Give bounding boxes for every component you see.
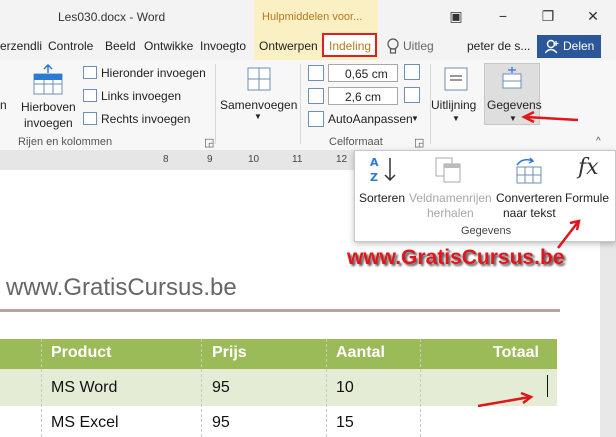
distribute-columns-icon[interactable]: [404, 87, 420, 103]
insert-left-button[interactable]: Links invoegen: [101, 89, 181, 103]
person-icon: [545, 39, 559, 54]
user-name[interactable]: peter de s...: [467, 39, 530, 53]
table-header-price[interactable]: Prijs: [212, 344, 247, 362]
popup-group-label: Gegevens: [461, 225, 512, 237]
heading-underline: [0, 309, 560, 312]
tab-layout-label: Indeling: [329, 39, 372, 53]
ribbon-display-options-icon[interactable]: ▣: [443, 5, 469, 27]
minimize-button[interactable]: −: [490, 5, 516, 27]
text-cursor: [547, 375, 548, 397]
convert-to-text-label-2[interactable]: naar tekst: [503, 206, 556, 220]
ruler-number: 12: [336, 154, 348, 165]
document-title: Les030.docx - Word: [58, 10, 166, 24]
distribute-rows-icon[interactable]: [404, 64, 420, 80]
group-separator: [215, 64, 216, 144]
dialog-launcher-icon[interactable]: ◲: [414, 136, 424, 149]
insert-above-label[interactable]: Hierboven: [21, 100, 76, 114]
tab-developer[interactable]: Ontwikke: [144, 39, 193, 53]
row-height-input[interactable]: 0,65 cm: [328, 64, 398, 82]
collapse-ribbon-icon[interactable]: ^: [596, 136, 601, 147]
svg-text:Z: Z: [370, 171, 378, 184]
autofit-dropdown-icon[interactable]: ▼: [411, 114, 419, 123]
row-height-icon: [308, 65, 324, 81]
table-cell[interactable]: 95: [212, 414, 230, 432]
column-width-input[interactable]: 2,6 cm: [328, 87, 398, 105]
ruler-number: 11: [292, 154, 303, 165]
table-column-border: [326, 339, 327, 437]
ruler-number: 8: [163, 154, 169, 165]
tab-layout[interactable]: Indeling: [322, 33, 377, 57]
data-label: Gegevens: [487, 98, 542, 112]
close-button[interactable]: ✕: [580, 5, 606, 27]
tab-add-ins[interactable]: Invoegto: [200, 39, 246, 53]
table-column-border: [41, 339, 42, 437]
insert-below-button[interactable]: Hieronder invoegen: [101, 66, 206, 80]
alignment-button[interactable]: Uitlijning: [431, 98, 476, 112]
repeat-header-rows-icon: [435, 157, 461, 183]
insert-left-icon: [83, 89, 97, 102]
dialog-launcher-icon[interactable]: ◲: [204, 136, 214, 149]
context-tab-header: Hulpmiddelen voor...: [254, 0, 378, 33]
ruler-number: 9: [207, 154, 213, 165]
group-label-rows-columns: Rijen en kolommen: [18, 136, 113, 148]
table-header-quantity[interactable]: Aantal: [336, 344, 385, 362]
lightbulb-icon: [387, 38, 399, 54]
table-header-product[interactable]: Product: [51, 344, 111, 362]
group-label-cell-size: Celformaat: [329, 136, 383, 148]
share-button[interactable]: Delen: [537, 35, 601, 58]
sort-az-icon: A Z: [370, 156, 396, 184]
table-column-border: [201, 339, 202, 437]
insert-right-icon: [83, 112, 97, 125]
table-cell[interactable]: 15: [336, 414, 354, 432]
autofit-button[interactable]: AutoAanpassen: [328, 112, 413, 126]
repeat-header-rows-label-2[interactable]: herhalen: [427, 206, 474, 220]
insert-above-icon: [33, 64, 63, 95]
ruler-number: 10: [248, 154, 260, 165]
insert-below-partial: n: [0, 98, 7, 112]
share-label: Delen: [563, 39, 595, 53]
sort-button[interactable]: Sorteren: [359, 191, 405, 205]
merge-dropdown-icon[interactable]: ▼: [254, 112, 262, 121]
convert-to-text-button[interactable]: Converteren: [496, 191, 562, 205]
insert-below-icon: [83, 66, 97, 79]
autofit-icon: [308, 111, 324, 127]
tab-design[interactable]: Ontwerpen: [259, 39, 318, 53]
alignment-dropdown-icon[interactable]: ▼: [452, 114, 460, 123]
context-tab-label: Hulpmiddelen voor...: [262, 11, 363, 23]
table-cell[interactable]: MS Excel: [51, 414, 119, 432]
data-dropdown-icon[interactable]: ▼: [509, 114, 517, 123]
column-width-value: 2,6 cm: [345, 90, 382, 104]
tab-view[interactable]: Beeld: [105, 39, 136, 53]
convert-to-text-icon: [516, 157, 542, 184]
row-height-value: 0,65 cm: [345, 67, 388, 81]
group-separator: [300, 64, 301, 144]
document-heading: www.GratisCursus.be: [6, 274, 237, 301]
svg-text:A: A: [370, 156, 379, 169]
merge-cells-icon: [247, 67, 271, 91]
column-width-icon: [308, 88, 324, 104]
formula-button[interactable]: Formule: [565, 191, 609, 205]
insert-above-label-2[interactable]: invoegen: [24, 116, 73, 130]
formula-fx-icon: fx: [578, 155, 599, 180]
repeat-header-rows-button[interactable]: Veldnamenrijen: [409, 191, 492, 205]
table-header-total[interactable]: Totaal: [493, 344, 539, 362]
table-cell[interactable]: 10: [336, 379, 354, 397]
data-icon: [502, 67, 522, 89]
merge-button[interactable]: Samenvoegen: [220, 98, 297, 112]
table-cell[interactable]: MS Word: [51, 379, 117, 397]
insert-right-button[interactable]: Rechts invoegen: [101, 112, 190, 126]
alignment-icon: [444, 67, 468, 91]
restore-button[interactable]: ❐: [535, 5, 561, 27]
table-column-border: [420, 339, 421, 437]
tab-mailings[interactable]: erzendli: [0, 39, 42, 53]
table-cell[interactable]: 95: [212, 379, 230, 397]
watermark-text: www.GratisCursus.be: [347, 246, 565, 269]
tab-review[interactable]: Controle: [48, 39, 93, 53]
tell-me-box[interactable]: Uitleg: [403, 39, 434, 53]
